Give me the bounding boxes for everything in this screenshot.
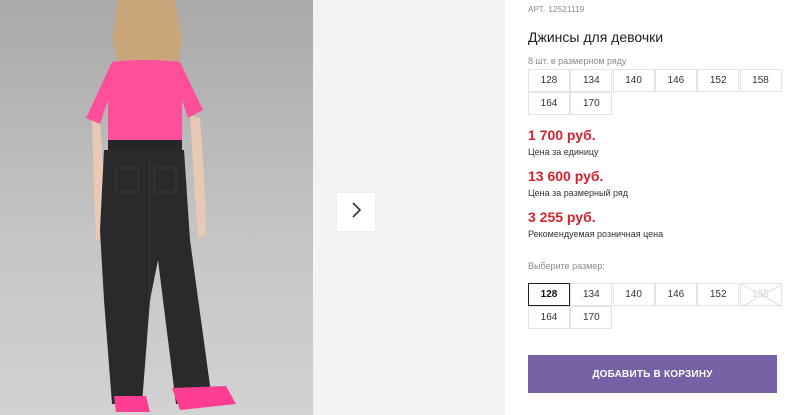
chevron-right-icon bbox=[350, 201, 362, 223]
article-label: АРТ. bbox=[528, 5, 546, 14]
select-size-label: Выберите размер: bbox=[528, 261, 605, 271]
product-gallery bbox=[0, 0, 505, 415]
retail-price: 3 255 руб. bbox=[528, 209, 596, 225]
size-row-label: 8 шт. в размерном ряду bbox=[528, 56, 627, 66]
retail-price-note: Рекомендуемая розничная цена bbox=[528, 229, 664, 239]
size-option-134[interactable]: 134 bbox=[570, 283, 613, 306]
article-number: АРТ. 12521119 bbox=[528, 5, 587, 14]
article-value: 12521119 bbox=[548, 5, 585, 14]
size-row-cell: 152 bbox=[697, 69, 740, 92]
size-selector: 128 134 140 146 152 158 164 170 bbox=[528, 283, 783, 331]
size-option-label: 140 bbox=[625, 289, 642, 300]
add-to-cart-button[interactable]: ДОБАВИТЬ В КОРЗИНУ bbox=[528, 355, 777, 393]
size-row-cell: 158 bbox=[739, 69, 782, 92]
size-row-cell: 128 bbox=[528, 69, 570, 92]
unit-price-note: Цена за единицу bbox=[528, 147, 599, 157]
size-option-170[interactable]: 170 bbox=[570, 306, 613, 329]
size-option-158: 158 bbox=[739, 283, 783, 307]
row-price: 13 600 руб. bbox=[528, 168, 604, 184]
size-option-label: 134 bbox=[582, 289, 600, 300]
size-option-label: 152 bbox=[709, 289, 727, 300]
size-option-label: 146 bbox=[667, 289, 685, 300]
size-option-label: 164 bbox=[540, 312, 558, 323]
size-row-cell: 140 bbox=[612, 69, 655, 92]
size-option-label: 170 bbox=[582, 312, 600, 323]
gallery-next-button[interactable] bbox=[337, 193, 375, 231]
product-photo[interactable] bbox=[0, 0, 313, 415]
product-photo-illustration bbox=[86, 0, 236, 412]
size-row-cell: 164 bbox=[528, 92, 570, 115]
row-price-note: Цена за размерный ряд bbox=[528, 188, 629, 198]
unavailable-cross-icon bbox=[740, 284, 783, 307]
size-option-label: 128 bbox=[540, 289, 558, 300]
size-row-cell: 170 bbox=[570, 92, 613, 115]
size-option-152[interactable]: 152 bbox=[697, 283, 740, 306]
size-option-128[interactable]: 128 bbox=[528, 283, 570, 306]
product-title: Джинсы для девочки bbox=[528, 29, 664, 45]
size-option-140[interactable]: 140 bbox=[612, 283, 655, 306]
size-option-164[interactable]: 164 bbox=[528, 306, 570, 329]
size-row-grid: 128 134 140 146 152 158 164 170 bbox=[528, 69, 782, 117]
size-option-146[interactable]: 146 bbox=[654, 283, 697, 306]
size-row-cell: 146 bbox=[654, 69, 697, 92]
size-row-cell: 134 bbox=[570, 69, 613, 92]
unit-price: 1 700 руб. bbox=[528, 127, 596, 143]
